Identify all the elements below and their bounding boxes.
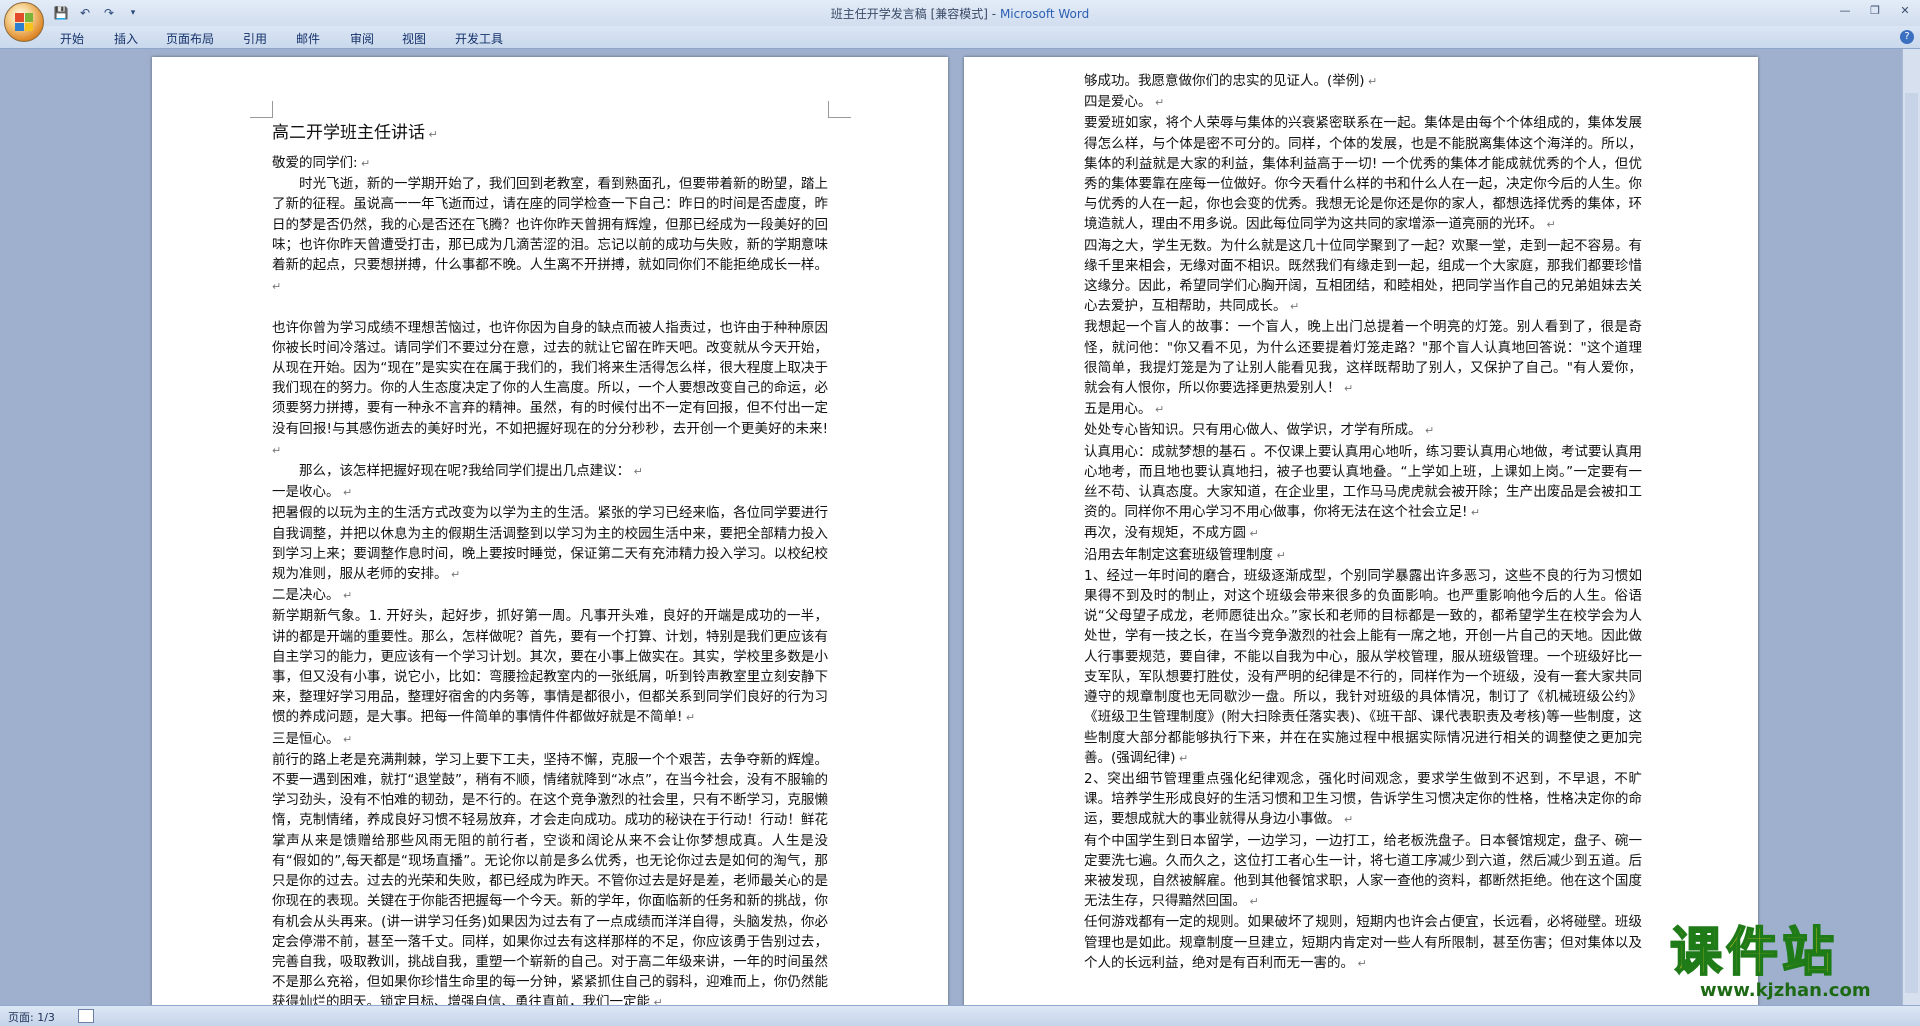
paragraph[interactable]: 那么，该怎样把握好现在呢?我给同学们提出几点建议： ↵ xyxy=(272,461,828,482)
document-title[interactable]: 高二开学班主任讲话 ↵ xyxy=(272,119,828,149)
paragraph-mark-icon: ↵ xyxy=(650,996,663,1005)
status-bar: 页面: 1/3 xyxy=(0,1005,1920,1026)
paragraph[interactable]: 五是用心。 ↵ xyxy=(1084,399,1642,420)
minimize-icon[interactable]: — xyxy=(1830,0,1860,20)
paragraph-mark-icon: ↵ xyxy=(1151,96,1165,110)
paragraph[interactable]: 2、突出细节管理重点强化纪律观念，强化时间观念，要求学生做到不迟到，不早退，不旷… xyxy=(1084,769,1642,831)
paragraph-mark-icon: ↵ xyxy=(1286,300,1300,314)
paragraph-mark-icon: ↵ xyxy=(1467,506,1481,520)
paragraph[interactable]: 敬爱的同学们: ↵ xyxy=(272,153,828,174)
paragraph[interactable]: 够成功。我愿意做你们的忠实的见证人。(举例) ↵ xyxy=(1084,71,1642,92)
paragraph[interactable]: 四是爱心。 ↵ xyxy=(1084,92,1642,113)
tab-developer[interactable]: 开发工具 xyxy=(455,30,503,47)
paragraph[interactable]: 1、经过一年时间的磨合，班级逐渐成型，个别同学暴露出许多恶习，这些不良的行为习惯… xyxy=(1084,566,1642,769)
paragraph[interactable] xyxy=(272,297,828,317)
tab-mailings[interactable]: 邮件 xyxy=(296,30,320,47)
application-name: Microsoft Word xyxy=(999,7,1090,21)
paragraph-mark-icon: ↵ xyxy=(339,589,353,603)
vertical-scrollbar[interactable] xyxy=(1902,49,1920,1005)
paragraph[interactable]: 要爱班如家，将个人荣辱与集体的兴衰紧密联系在一起。集体是由每个个体组成的，集体发… xyxy=(1084,113,1642,235)
document-name: 班主任开学发言稿 [兼容模式] xyxy=(830,7,988,21)
tab-references[interactable]: 引用 xyxy=(243,30,267,47)
paragraph-mark-icon: ↵ xyxy=(1364,75,1378,88)
ribbon-tabs: 开始 插入 页面布局 引用 邮件 审阅 视图 开发工具 ? xyxy=(0,26,1920,49)
paragraph[interactable]: 再次，没有规矩，不成方圆 ↵ xyxy=(1084,523,1642,544)
paragraph[interactable]: 我想起一个盲人的故事：一个盲人，晚上出门总提着一个明亮的灯笼。别人看到了，很是奇… xyxy=(1084,317,1642,399)
paragraph-mark-icon: ↵ xyxy=(1273,548,1286,562)
window-title: 班主任开学发言稿 [兼容模式] - Microsoft Word xyxy=(830,7,1090,21)
paragraph[interactable]: 有个中国学生到日本留学，一边学习，一边打工，给老板洗盘子。日本餐馆规定，盘子、碗… xyxy=(1084,831,1642,913)
scrollbar-thumb[interactable] xyxy=(1905,93,1918,993)
document-page-2: 够成功。我愿意做你们的忠实的见证人。(举例) ↵ 四是爱心。 ↵ 要爱班如家，将个人… xyxy=(964,57,1758,1005)
tab-home[interactable]: 开始 xyxy=(60,30,84,47)
paragraph[interactable]: 新学期新气象。1. 开好头，起好步，抓好第一周。凡事开头难，良好的开端是成功的一… xyxy=(272,606,828,728)
paragraph-mark-icon: ↵ xyxy=(1354,956,1367,970)
document-page-1: 高二开学班主任讲话 ↵ 敬爱的同学们: ↵ 时光飞逝，新的一学期开始了，我们回到老教… xyxy=(152,57,948,1005)
paragraph-mark-icon: ↵ xyxy=(425,128,438,141)
title-bar: 💾 ↶ ↷ ▾ 班主任开学发言稿 [兼容模式] - Microsoft Word… xyxy=(0,0,1920,26)
office-button[interactable] xyxy=(4,2,44,42)
paragraph-mark-icon: ↵ xyxy=(339,486,353,500)
tab-view[interactable]: 视图 xyxy=(402,30,426,47)
paragraph-mark-icon: ↵ xyxy=(1175,751,1189,765)
watermark-title: 课件站 xyxy=(1669,923,1839,983)
paragraph-mark-icon: ↵ xyxy=(447,568,461,582)
paragraph[interactable]: 也许你曾为学习成绩不理想苦恼过，也许你因为自身的缺点而被人指责过，也许由于种种原… xyxy=(272,318,828,461)
paragraph-mark-icon: ↵ xyxy=(1340,382,1354,396)
page-body-text[interactable]: 高二开学班主任讲话 ↵ 敬爱的同学们: ↵ 时光飞逝，新的一学期开始了，我们回到老教… xyxy=(272,119,828,1005)
paragraph[interactable]: 认真用心：成就梦想的基石 。不仅课上要认真用心地听，练习要认真用心地做，考试要认… xyxy=(1084,442,1642,524)
paragraph-mark-icon: ↵ xyxy=(1421,424,1435,438)
paragraph-mark-icon: ↵ xyxy=(1246,527,1259,541)
page-counter[interactable]: 页面: 1/3 xyxy=(8,1009,55,1025)
paragraph[interactable]: 把暑假的以玩为主的生活方式改变为以学为主的生活。紧张的学习已经来临，各位同学要进… xyxy=(272,503,828,585)
paragraph[interactable]: 处处专心皆知识。只有用心做人、做学识，才学有所成。 ↵ xyxy=(1084,420,1642,441)
paragraph-mark-icon: ↵ xyxy=(1151,403,1165,417)
paragraph-mark-icon: ↵ xyxy=(357,157,371,170)
paragraph[interactable]: 一是收心。 ↵ xyxy=(272,482,828,503)
paragraph-mark-icon: ↵ xyxy=(339,732,353,746)
paragraph-mark-icon: ↵ xyxy=(682,711,696,725)
paragraph[interactable]: 前行的路上老是充满荆棘，学习上要下工夫，坚持不懈，克服一个个艰苦，去争夺新的辉煌… xyxy=(272,750,828,1005)
paragraph-mark-icon: ↵ xyxy=(1340,813,1354,827)
margin-corner-mark xyxy=(250,101,273,118)
paragraph-mark-icon: ↵ xyxy=(630,465,643,479)
paragraph-mark-icon: ↵ xyxy=(1543,218,1556,232)
margin-corner-mark xyxy=(828,101,851,118)
watermark-url: www.kjzhan.com xyxy=(1700,980,1871,1001)
tab-insert[interactable]: 插入 xyxy=(114,30,138,47)
window-controls: — ❐ ✕ xyxy=(1830,0,1920,22)
close-icon[interactable]: ✕ xyxy=(1890,0,1920,20)
paragraph[interactable]: 三是恒心。 ↵ xyxy=(272,729,828,750)
site-watermark: 课件站 www.kjzhan.com xyxy=(1669,923,1910,1001)
paragraph[interactable]: 时光飞逝，新的一学期开始了，我们回到老教室，看到熟面孔，但要带着新的盼望，踏上了… xyxy=(272,174,828,297)
office-logo-icon xyxy=(15,13,33,31)
help-icon[interactable]: ? xyxy=(1900,30,1914,44)
spelling-check-icon[interactable] xyxy=(78,1009,94,1023)
paragraph[interactable]: 沿用去年制定这套班级管理制度 ↵ xyxy=(1084,545,1642,566)
paragraph[interactable]: 四海之大，学生无数。为什么就是这几十位同学聚到了一起？欢聚一堂，走到一起不容易。… xyxy=(1084,236,1642,318)
restore-icon[interactable]: ❐ xyxy=(1860,0,1890,20)
document-workspace: 高二开学班主任讲话 ↵ 敬爱的同学们: ↵ 时光飞逝，新的一学期开始了，我们回到老教… xyxy=(0,49,1902,1005)
tab-page-layout[interactable]: 页面布局 xyxy=(166,30,214,47)
page-body-text[interactable]: 够成功。我愿意做你们的忠实的见证人。(举例) ↵ 四是爱心。 ↵ 要爱班如家，将个人… xyxy=(1084,71,1642,974)
paragraph[interactable]: 任何游戏都有一定的规则。如果破坏了规则，短期内也许会占便宜，长远看，必将碰壁。班… xyxy=(1084,912,1642,974)
paragraph-mark-icon: ↵ xyxy=(272,443,282,457)
paragraph-mark-icon: ↵ xyxy=(1246,895,1259,909)
tab-review[interactable]: 审阅 xyxy=(350,30,374,47)
paragraph-mark-icon: ↵ xyxy=(272,280,282,294)
paragraph[interactable]: 二是决心。 ↵ xyxy=(272,585,828,606)
